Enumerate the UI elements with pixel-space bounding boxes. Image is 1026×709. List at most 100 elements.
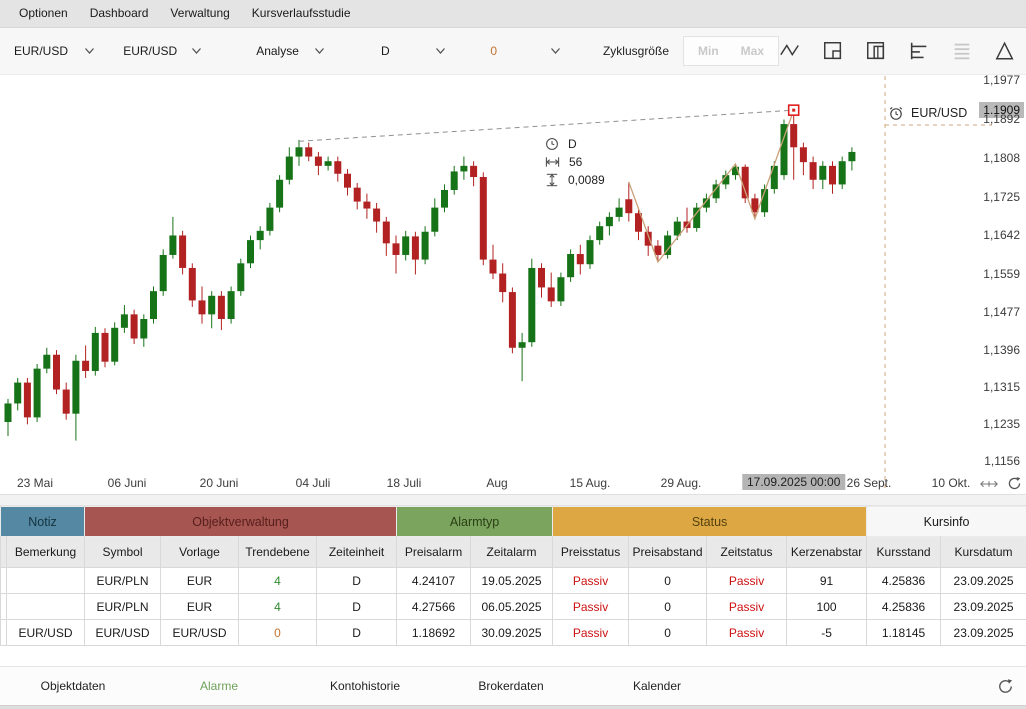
- candle: [810, 157, 817, 189]
- candle: [72, 355, 79, 441]
- cell-preisstatus: Passiv: [553, 594, 629, 620]
- tab-kalender[interactable]: Kalender: [584, 679, 730, 693]
- group-header-notiz[interactable]: Notiz: [1, 507, 85, 537]
- tab-kontohistorie[interactable]: Kontohistorie: [292, 679, 438, 693]
- price-axis-label: 1,1235: [983, 417, 1020, 431]
- candle: [111, 322, 118, 365]
- zigzag-drawing[interactable]: [629, 110, 794, 262]
- cell-zeiteinheit: D: [317, 568, 397, 594]
- column-header[interactable]: Kursdatum: [941, 537, 1026, 568]
- compare-symbol-select[interactable]: EUR/USD: [117, 36, 208, 66]
- object-tooltip: D 56 0,0089: [545, 137, 605, 187]
- candle: [305, 143, 312, 162]
- alarm-row[interactable]: EUR/PLNEUR4D4.2410719.05.2025Passiv0Pass…: [1, 568, 1026, 594]
- column-header[interactable]: Preisabstand: [629, 537, 707, 568]
- tab-brokerdaten[interactable]: Brokerdaten: [438, 679, 584, 693]
- symbol-select[interactable]: EUR/USD: [8, 36, 101, 66]
- candle: [761, 184, 768, 216]
- chart-canvas[interactable]: [0, 75, 1026, 495]
- cell-vorlage: EUR/USD: [161, 620, 239, 646]
- date-axis-label: 26 Sept.: [847, 476, 892, 490]
- candle: [528, 259, 535, 347]
- cell-trendebene: 0: [239, 620, 317, 646]
- cell-zeitstatus: Passiv: [707, 568, 787, 594]
- group-header-kursinfo[interactable]: Kursinfo: [867, 507, 1026, 537]
- level-bars-icon[interactable]: [908, 40, 930, 62]
- column-header[interactable]: Preisstatus: [553, 537, 629, 568]
- column-header[interactable]: Zeitalarm: [471, 537, 553, 568]
- column-header[interactable]: Kerzenabstar: [787, 537, 867, 568]
- cell-kursstand: 1.18145: [867, 620, 941, 646]
- cell-bemerkung: [7, 568, 85, 594]
- selection-marker[interactable]: [789, 105, 799, 115]
- menu-dashboard[interactable]: Dashboard: [79, 0, 160, 27]
- cell-kerzenabstand: 100: [787, 594, 867, 620]
- column-header[interactable]: Bemerkung: [7, 537, 85, 568]
- cell-preisabstand: 0: [629, 568, 707, 594]
- price-axis-label: 1,1642: [983, 228, 1020, 242]
- horizontal-resize-icon[interactable]: [979, 478, 999, 490]
- refresh-icon[interactable]: [1007, 476, 1022, 491]
- cycle-size-label: Zyklusgröße: [603, 44, 669, 58]
- price-axis-label: 1,1156: [984, 454, 1020, 468]
- menu-kursverlaufsstudie[interactable]: Kursverlaufsstudie: [241, 0, 362, 27]
- price-alarm-tag[interactable]: EUR/USD: [888, 105, 967, 121]
- window-corner-icon[interactable]: [822, 40, 844, 62]
- group-header-alarmtyp[interactable]: Alarmtyp: [397, 507, 553, 537]
- candle: [131, 310, 138, 344]
- cascade-panels-icon[interactable]: [865, 40, 887, 62]
- cell-symbol: EUR/PLN: [85, 594, 161, 620]
- column-header[interactable]: Zeitstatus: [707, 537, 787, 568]
- toolbar-icons: [779, 40, 1016, 62]
- refresh-tabs-icon[interactable]: [997, 678, 1014, 695]
- column-header[interactable]: Preisalarm: [397, 537, 471, 568]
- candle: [228, 287, 235, 324]
- menu-verwaltung[interactable]: Verwaltung: [159, 0, 240, 27]
- tooltip-timeframe: D: [568, 137, 577, 151]
- candle: [393, 235, 400, 273]
- timeframe-select[interactable]: D: [375, 36, 452, 66]
- candle: [839, 157, 846, 189]
- cell-zeiteinheit: D: [317, 620, 397, 646]
- minmax-group: Min Max: [683, 36, 779, 66]
- bottom-tab-bar: Objektdaten Alarme Kontohistorie Brokerd…: [0, 666, 1026, 705]
- selected-date-label: 17.09.2025 00:00: [742, 474, 845, 490]
- candle: [247, 235, 254, 267]
- column-header[interactable]: Kursstand: [867, 537, 941, 568]
- date-axis-label: 04 Juli: [296, 476, 331, 490]
- candle: [431, 198, 438, 236]
- candle: [635, 208, 642, 240]
- group-header-row: NotizObjektverwaltungAlarmtypStatusKursi…: [1, 507, 1026, 537]
- column-header[interactable]: Trendebene: [239, 537, 317, 568]
- min-button[interactable]: Min: [698, 44, 719, 58]
- price-axis-label: 1,1808: [983, 151, 1020, 165]
- column-header[interactable]: Zeiteinheit: [317, 537, 397, 568]
- cell-vorlage: EUR: [161, 594, 239, 620]
- splitter[interactable]: [0, 495, 1026, 506]
- group-header-objektverwaltung[interactable]: Objektverwaltung: [85, 507, 397, 537]
- tab-objektdaten[interactable]: Objektdaten: [0, 679, 146, 693]
- alarm-row[interactable]: EUR/PLNEUR4D4.2756606.05.2025Passiv0Pass…: [1, 594, 1026, 620]
- cell-kursdatum: 23.09.2025: [941, 568, 1026, 594]
- cell-vorlage: EUR: [161, 568, 239, 594]
- menu-optionen[interactable]: Optionen: [8, 0, 79, 27]
- candle: [189, 263, 196, 307]
- cell-kursdatum: 23.09.2025: [941, 594, 1026, 620]
- triangle-icon[interactable]: [994, 40, 1016, 62]
- candle: [596, 222, 603, 245]
- column-header[interactable]: Vorlage: [161, 537, 239, 568]
- zigzag-icon[interactable]: [779, 40, 801, 62]
- chevron-down-icon: [314, 47, 325, 55]
- menu-lines-icon[interactable]: [951, 40, 973, 62]
- group-header-status[interactable]: Status: [553, 507, 867, 537]
- tab-alarme[interactable]: Alarme: [146, 679, 292, 693]
- window-bottom-edge: [0, 705, 1026, 709]
- candle: [383, 217, 390, 256]
- candle: [14, 378, 21, 410]
- level-select[interactable]: 0: [484, 36, 567, 66]
- analysis-select[interactable]: Analyse: [250, 36, 331, 66]
- column-header[interactable]: Symbol: [85, 537, 161, 568]
- candle: [480, 172, 487, 265]
- alarm-row[interactable]: EUR/USDEUR/USDEUR/USD0D1.1869230.09.2025…: [1, 620, 1026, 646]
- max-button[interactable]: Max: [741, 44, 764, 58]
